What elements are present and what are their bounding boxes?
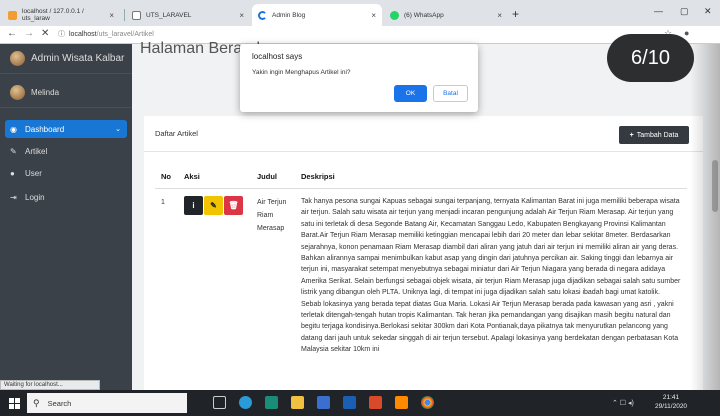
edit-icon: ✎: [10, 146, 17, 156]
new-tab-button[interactable]: +: [512, 7, 519, 21]
chevron-down-icon: ⌄: [115, 126, 121, 133]
dialog-message: Yakin ingin Menghapus Artikel ini?: [252, 69, 351, 76]
windows-taskbar: ⚲ Search ⌃ ☐ ◂) 21:41 29/11/2020: [0, 390, 720, 416]
card-title: Daftar Artikel: [155, 129, 198, 138]
store-icon[interactable]: [317, 396, 330, 409]
column-header-no: No: [161, 172, 171, 181]
browser-tab-admin-blog[interactable]: Admin Blog ×: [252, 4, 382, 26]
task-view-icon[interactable]: [213, 396, 226, 409]
dialog-title: localhost says: [252, 52, 303, 61]
windows-start-icon[interactable]: [9, 398, 20, 409]
browser-tab-uts-laravel[interactable]: UTS_LARAVEL ×: [126, 4, 250, 26]
detail-button[interactable]: i: [184, 196, 203, 215]
info-icon[interactable]: ⓘ: [58, 31, 65, 38]
image-counter-badge: 6/10: [607, 34, 694, 82]
row-number: 1: [161, 199, 165, 206]
article-card: Daftar Artikel + Tambah Data No Aksi Jud…: [144, 116, 703, 406]
edit-icon: ✎: [210, 201, 217, 210]
brand-link[interactable]: Admin Wisata Kalbar: [0, 44, 132, 74]
palette-icon: ◉: [10, 124, 17, 134]
sign-in-icon: ⇥: [10, 192, 17, 202]
edge-icon[interactable]: [239, 396, 252, 409]
app-icon[interactable]: [369, 396, 382, 409]
info-icon: i: [192, 201, 195, 210]
row-description: Tak hanya pesona sungai Kapuas sebagai s…: [301, 198, 681, 354]
sidebar-item-login[interactable]: ⇥ Login: [5, 188, 127, 206]
close-window-icon[interactable]: ✕: [704, 6, 712, 17]
edge-shadow: [690, 44, 720, 390]
browser-tab-whatsapp[interactable]: (6) WhatsApp ×: [384, 4, 508, 26]
delete-button[interactable]: 🗑: [224, 196, 243, 215]
card-header: Daftar Artikel + Tambah Data: [144, 116, 703, 152]
sidebar-item-artikel[interactable]: ✎ Artikel: [5, 142, 127, 160]
browser-tab-phpmyadmin[interactable]: localhost / 127.0.0.1 / uts_laraw ×: [2, 4, 120, 26]
user-panel[interactable]: Melinda: [0, 78, 132, 108]
close-tab-icon[interactable]: ×: [239, 11, 244, 20]
confirm-dialog: localhost says Yakin ingin Menghapus Art…: [240, 44, 478, 112]
browser-tab-strip: localhost / 127.0.0.1 / uts_laraw × UTS_…: [0, 0, 720, 26]
column-header-judul: Judul: [257, 172, 277, 181]
column-header-aksi: Aksi: [184, 172, 200, 181]
close-tab-icon[interactable]: ×: [371, 11, 376, 20]
photos-icon[interactable]: [265, 396, 278, 409]
stop-icon[interactable]: ✕: [41, 28, 49, 39]
close-tab-icon[interactable]: ×: [497, 11, 502, 20]
system-tray-icons[interactable]: ⌃ ☐ ◂): [612, 399, 634, 407]
trash-icon: 🗑: [228, 201, 239, 210]
user-icon: ●: [10, 168, 15, 178]
row-actions: i ✎ 🗑: [184, 196, 243, 215]
add-data-button[interactable]: + Tambah Data: [619, 126, 689, 144]
search-icon: ⚲: [33, 397, 40, 408]
edit-button[interactable]: ✎: [204, 196, 223, 215]
plus-icon: +: [629, 131, 634, 139]
profile-avatar-icon[interactable]: ●: [684, 28, 689, 38]
chrome-icon[interactable]: [421, 396, 434, 409]
whatsapp-icon: [390, 10, 399, 20]
sidebar: Admin Wisata Kalbar Melinda ◉ Dashboard …: [0, 44, 132, 390]
maximize-icon[interactable]: ▢: [680, 6, 689, 17]
back-icon[interactable]: ←: [7, 28, 17, 39]
sidebar-item-dashboard[interactable]: ◉ Dashboard ⌄: [5, 120, 127, 138]
url-field[interactable]: ⓘ localhost/uts_laravel/Artikel: [58, 29, 154, 39]
taskbar-clock[interactable]: 21:41 29/11/2020: [655, 393, 687, 411]
row-title: Air Terjun Riam Merasap: [257, 199, 287, 232]
forward-icon[interactable]: →: [24, 28, 34, 39]
taskbar-search[interactable]: ⚲ Search: [27, 393, 187, 413]
browser-status-text: Waiting for localhost...: [0, 380, 100, 390]
close-tab-icon[interactable]: ×: [109, 11, 114, 20]
dialog-ok-button[interactable]: OK: [394, 85, 427, 102]
header-divider: [155, 188, 687, 189]
loading-icon: [258, 10, 267, 20]
avatar: [10, 85, 25, 100]
page-icon: [132, 10, 141, 20]
brand-logo: [10, 51, 25, 66]
mail-icon[interactable]: [343, 396, 356, 409]
file-explorer-icon[interactable]: [291, 396, 304, 409]
sublime-icon[interactable]: [395, 396, 408, 409]
phpmyadmin-icon: [8, 10, 17, 20]
column-header-deskripsi: Deskripsi: [301, 172, 335, 181]
minimize-icon[interactable]: —: [654, 6, 663, 16]
dialog-cancel-button[interactable]: Batal: [433, 85, 468, 102]
sidebar-item-user[interactable]: ● User: [5, 164, 127, 182]
